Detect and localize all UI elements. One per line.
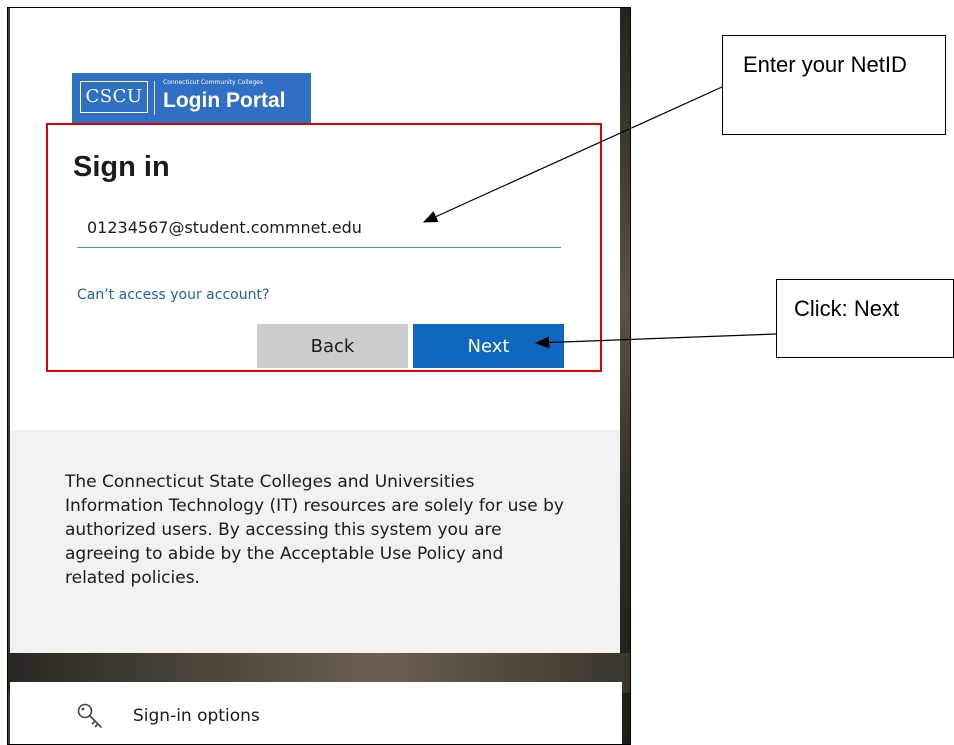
background-image-edge (620, 8, 630, 744)
usage-notice-text: The Connecticut State Colleges and Unive… (65, 472, 564, 588)
login-screenshot: CSCU Connecticut Community Colleges Logi… (7, 7, 631, 745)
logo-title: Login Portal (163, 89, 286, 112)
signin-options-label: Sign-in options (133, 706, 260, 726)
callout-click-next: Click: Next (776, 279, 954, 358)
logo-subtitle: Connecticut Community Colleges (163, 79, 263, 86)
logo-abbr: CSCU (80, 81, 148, 113)
logo-divider (154, 81, 155, 115)
signin-options-button[interactable]: Sign-in options (10, 682, 622, 744)
key-icon (77, 703, 102, 728)
callout-enter-netid: Enter your NetID (722, 35, 946, 135)
highlight-box (46, 123, 602, 372)
usage-notice: The Connecticut State Colleges and Unive… (10, 430, 620, 653)
cscu-logo: CSCU Connecticut Community Colleges Logi… (72, 73, 311, 124)
